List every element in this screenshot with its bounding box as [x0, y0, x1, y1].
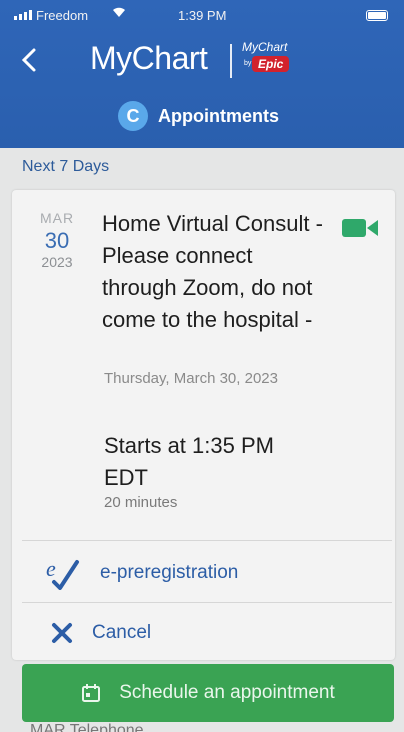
appointment-date-block: MAR 30 2023 — [30, 210, 84, 270]
carrier-name: Freedom — [36, 8, 89, 23]
status-bar: Freedom 1:39 PM — [0, 6, 404, 28]
e-checkmark-icon: e — [42, 553, 82, 593]
appointments-section-icon: C — [118, 101, 148, 131]
signal-icon — [14, 10, 32, 20]
chevron-left-icon — [21, 48, 36, 72]
cancel-label: Cancel — [92, 622, 152, 643]
badge-mychart-text: MyChart — [242, 40, 288, 54]
video-camera-icon — [342, 219, 378, 237]
e-preregistration-button[interactable]: e e-preregistration — [22, 546, 392, 600]
date-range-heading: Next 7 Days — [22, 158, 110, 175]
next-appointment-peek: MAR Telephone — [30, 722, 144, 732]
appointment-start-time: Starts at 1:35 PM EDT — [104, 433, 274, 490]
appointment-date-line: Thursday, March 30, 2023 — [104, 370, 278, 387]
app-header: Freedom 1:39 PM MyChart MyChart by Epic … — [0, 0, 404, 148]
badge-by-text: by — [244, 60, 252, 67]
divider — [22, 540, 392, 541]
appointment-title[interactable]: Home Virtual Consult - Please connect th… — [102, 208, 332, 336]
mychart-logo: MyChart — [90, 40, 208, 76]
schedule-appointment-button[interactable]: Schedule an appointment — [22, 664, 394, 722]
back-button[interactable] — [14, 42, 44, 78]
status-time: 1:39 PM — [178, 8, 227, 23]
appointment-year: 2023 — [41, 254, 73, 270]
schedule-appointment-label: Schedule an appointment — [119, 682, 335, 703]
appointment-duration: 20 minutes — [104, 494, 178, 511]
battery-icon — [366, 10, 388, 21]
cancel-appointment-button[interactable]: Cancel — [22, 606, 392, 660]
page-title: C Appointments — [118, 99, 279, 133]
wifi-icon — [112, 6, 126, 21]
badge-epic-text: Epic — [252, 56, 290, 72]
appointment-day: 30 — [44, 228, 70, 253]
e-preregistration-label: e-preregistration — [100, 562, 239, 583]
svg-text:e: e — [46, 556, 56, 581]
appointment-month: MAR — [39, 210, 75, 226]
page-title-label: Appointments — [158, 105, 279, 126]
divider — [22, 602, 392, 603]
mychart-by-epic-logo: MyChart by Epic — [240, 40, 304, 78]
calendar-icon — [82, 684, 101, 702]
x-icon — [52, 623, 72, 643]
logo-divider — [230, 44, 232, 78]
